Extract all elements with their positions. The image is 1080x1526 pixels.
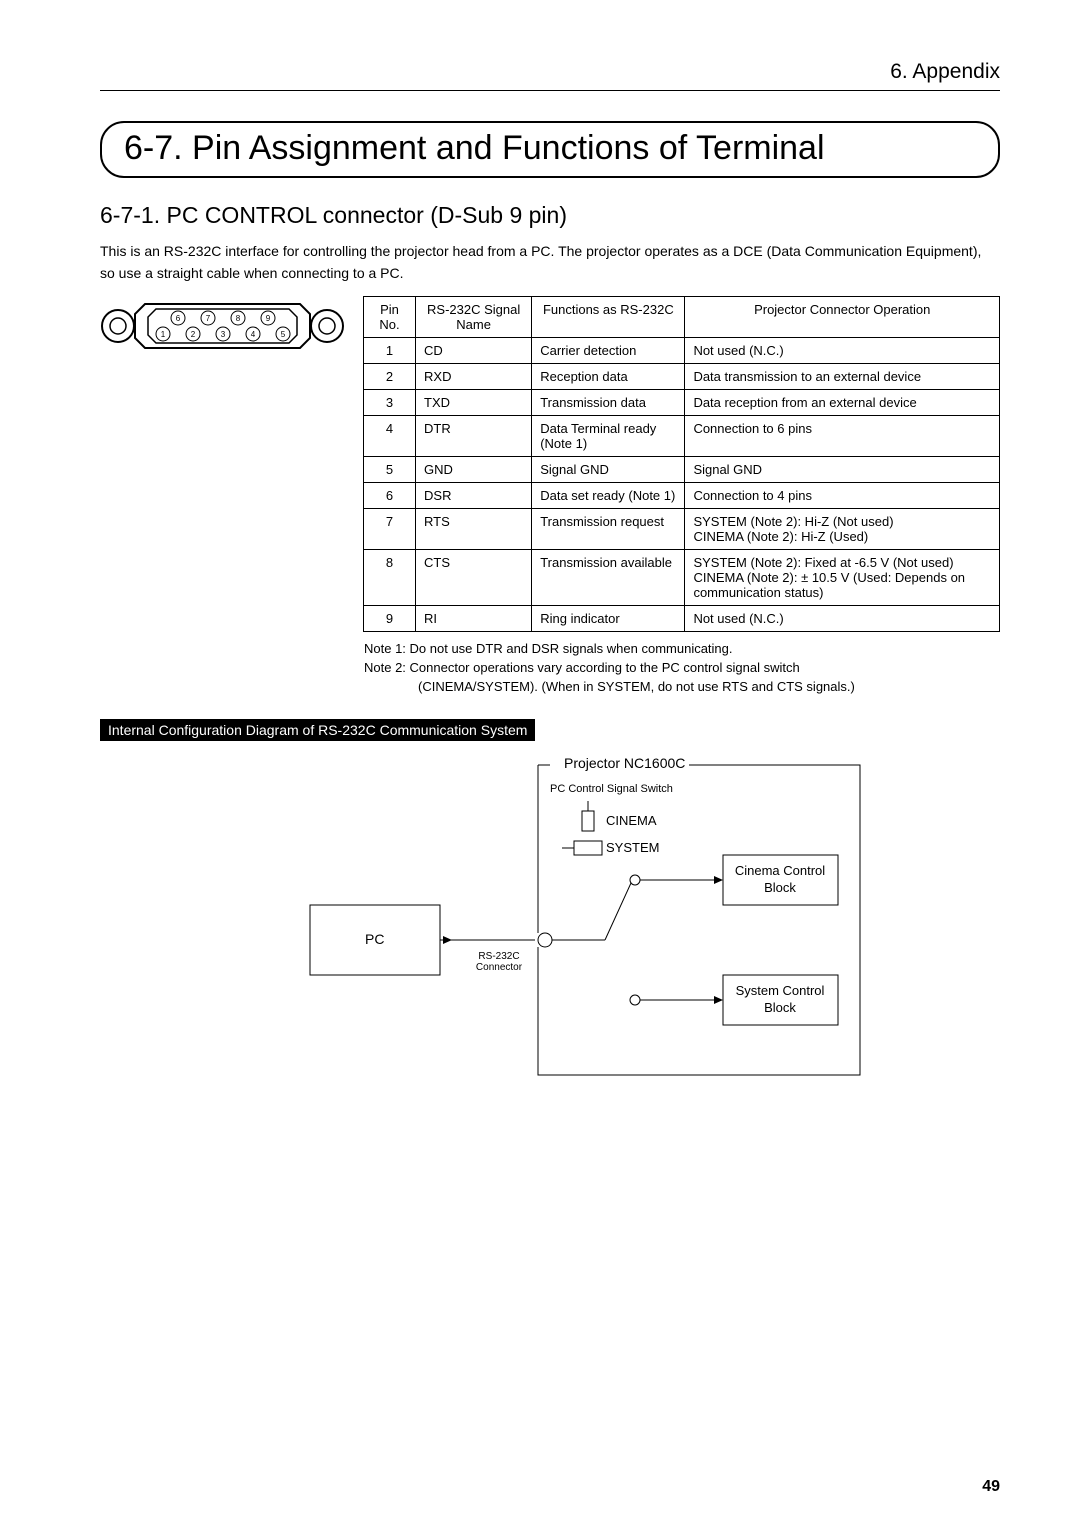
chapter-header: 6. Appendix (100, 60, 1000, 91)
table-row: 1CDCarrier detectionNot used (N.C.) (364, 338, 1000, 364)
table-row: 7RTSTransmission requestSYSTEM (Note 2):… (364, 509, 1000, 550)
svg-text:3: 3 (221, 330, 226, 339)
table-row: 5GNDSignal GNDSignal GND (364, 457, 1000, 483)
svg-text:2: 2 (191, 330, 196, 339)
pc-label: PC (365, 931, 384, 947)
svg-text:4: 4 (251, 330, 256, 339)
svg-text:1: 1 (161, 330, 166, 339)
table-row: 3TXDTransmission dataData reception from… (364, 390, 1000, 416)
subsection-title: 6-7-1. PC CONTROL connector (D-Sub 9 pin… (100, 202, 1000, 229)
svg-text:9: 9 (266, 314, 271, 323)
dsub9-connector-diagram: 6 7 8 9 1 2 3 4 5 (100, 296, 345, 632)
note-2: Note 2: Connector operations vary accord… (364, 659, 1000, 678)
cinema-block-label: Cinema Control Block (730, 863, 830, 897)
table-row: 4DTRData Terminal ready (Note 1)Connecti… (364, 416, 1000, 457)
table-row: 8CTSTransmission availableSYSTEM (Note 2… (364, 550, 1000, 606)
config-diagram: Projector NC1600C PC Control Signal Swit… (300, 755, 970, 1085)
pin-assignment-table: Pin No. RS-232C Signal Name Functions as… (363, 296, 1000, 632)
svg-text:5: 5 (281, 330, 286, 339)
svg-text:6: 6 (176, 314, 181, 323)
system-label: SYSTEM (606, 840, 659, 855)
frame-label: Projector NC1600C (560, 755, 689, 771)
svg-text:8: 8 (236, 314, 241, 323)
cinema-label: CINEMA (606, 813, 657, 828)
section-title: 6-7. Pin Assignment and Functions of Ter… (100, 121, 1000, 178)
th-func: Functions as RS-232C (532, 297, 685, 338)
table-row: 6DSRData set ready (Note 1)Connection to… (364, 483, 1000, 509)
th-op: Projector Connector Operation (685, 297, 1000, 338)
note-2-cont: (CINEMA/SYSTEM). (When in SYSTEM, do not… (364, 678, 1000, 697)
table-row: 9RIRing indicatorNot used (N.C.) (364, 606, 1000, 632)
note-1: Note 1: Do not use DTR and DSR signals w… (364, 640, 1000, 659)
connector-label: RS-232C Connector (470, 951, 528, 973)
diagram-title-bar: Internal Configuration Diagram of RS-232… (100, 719, 535, 741)
intro-paragraph: This is an RS-232C interface for control… (100, 241, 1000, 284)
system-block-label: System Control Block (730, 983, 830, 1017)
switch-title: PC Control Signal Switch (550, 783, 673, 795)
page-number: 49 (982, 1478, 1000, 1496)
svg-text:7: 7 (206, 314, 211, 323)
th-pin: Pin No. (364, 297, 416, 338)
th-signal: RS-232C Signal Name (416, 297, 532, 338)
table-notes: Note 1: Do not use DTR and DSR signals w… (364, 640, 1000, 697)
table-row: 2RXDReception dataData transmission to a… (364, 364, 1000, 390)
